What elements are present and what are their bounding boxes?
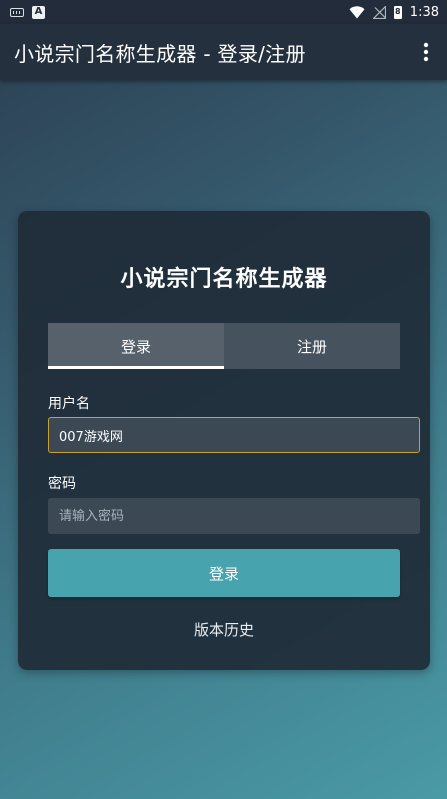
login-card: 小说宗门名称生成器 登录 注册 用户名 密码 登录 版本历史: [18, 211, 430, 670]
battery-icon: 8: [393, 5, 402, 19]
battery-level: 8: [395, 7, 401, 16]
status-bar: A 8 1:38: [0, 0, 447, 24]
status-time: 1:38: [409, 4, 439, 20]
signal-off-icon: [372, 5, 386, 19]
username-input[interactable]: [48, 417, 420, 453]
tab-login[interactable]: 登录: [48, 323, 224, 369]
password-label: 密码: [48, 476, 76, 492]
more-vert-icon[interactable]: [417, 40, 435, 64]
login-button[interactable]: 登录: [48, 549, 400, 597]
status-right: 8 1:38: [349, 5, 439, 20]
username-label: 用户名: [48, 396, 90, 412]
status-left: A: [10, 5, 45, 19]
app-title: 小说宗门名称生成器 - 登录/注册: [14, 41, 306, 66]
auth-tabs: 登录 注册: [48, 323, 400, 369]
tab-register[interactable]: 注册: [224, 323, 400, 369]
card-title: 小说宗门名称生成器: [120, 267, 328, 292]
a-badge-icon: A: [32, 5, 45, 19]
keyboard-icon: [10, 7, 24, 17]
version-history-link[interactable]: 版本历史: [18, 619, 430, 640]
wifi-icon: [349, 5, 365, 18]
password-input[interactable]: [48, 498, 420, 534]
app-bar: 小说宗门名称生成器 - 登录/注册: [0, 24, 447, 80]
